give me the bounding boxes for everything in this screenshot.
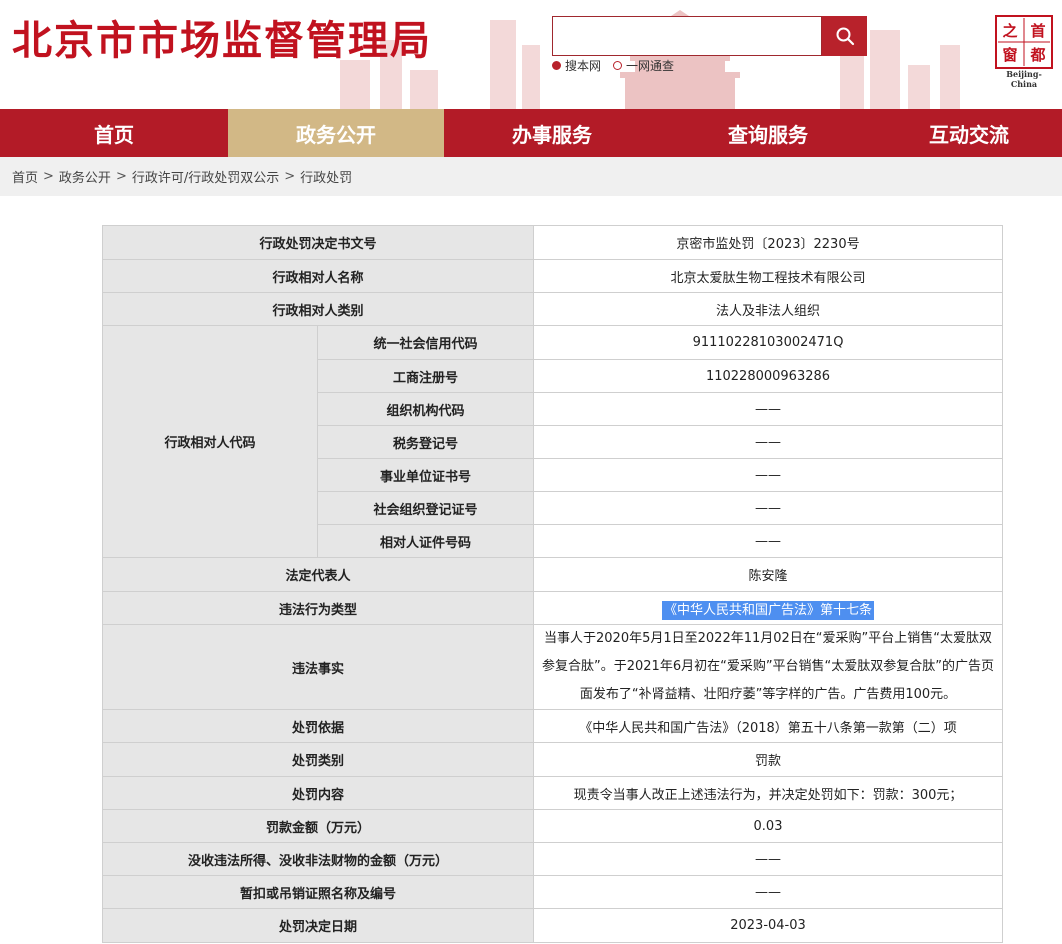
legal-rep-value: 陈安隆 (533, 557, 1004, 592)
search-box (552, 16, 822, 56)
violation-facts-value: 当事人于2020年5月1日至2022年11月02日在“爱采购”平台上销售“太爱肽… (533, 624, 1004, 710)
violation-facts-line: 面发布了“补肾益精、壮阳疗萎”等字样的广告。广告费用100元。 (579, 687, 957, 702)
site-header: 北京市市场监督管理局 搜本网 一网通查 之 首 窗 都 Beijing-Chin… (0, 0, 1062, 109)
category-label: 处罚类别 (101, 742, 535, 777)
institution-cert-label: 事业单位证书号 (316, 458, 535, 492)
id-no-value: —— (533, 524, 1004, 558)
breadcrumb-penalty[interactable]: 行政处罚 (300, 167, 352, 186)
breadcrumb-gov-affairs[interactable]: 政务公开 (59, 167, 111, 186)
breadcrumb-dual-disclosure[interactable]: 行政许可/行政处罚双公示 (132, 167, 279, 186)
search-scope-all-label: 一网通查 (626, 59, 675, 73)
party-type-value: 法人及非法人组织 (533, 292, 1004, 326)
license-label: 暂扣或吊销证照名称及编号 (101, 875, 535, 909)
table-row: 行政处罚决定书文号 京密市监处罚〔2023〕2230号 (101, 225, 1004, 260)
breadcrumb-separator: > (115, 169, 127, 184)
table-row: 处罚依据 《中华人民共和国广告法》（2018）第五十八条第一款第（二）项 (101, 709, 1004, 743)
search-scope-all[interactable]: 一网通查 (613, 57, 674, 74)
breadcrumb-separator: > (43, 169, 54, 184)
search-button[interactable] (822, 16, 867, 56)
id-no-label: 相对人证件号码 (316, 524, 535, 558)
fine-value: 0.03 (533, 809, 1004, 843)
tax-reg-no-label: 税务登记号 (316, 425, 535, 459)
doc-no-value: 京密市监处罚〔2023〕2230号 (533, 225, 1004, 260)
radio-selected-icon (552, 61, 561, 70)
org-code-value: —— (533, 392, 1004, 426)
search-scope-site[interactable]: 搜本网 (552, 57, 601, 74)
party-code-label: 行政相对人代码 (102, 325, 318, 558)
tax-reg-no-value: —— (533, 425, 1004, 459)
table-row: 行政相对人类别 法人及非法人组织 (101, 292, 1004, 326)
doc-no-label: 行政处罚决定书文号 (101, 225, 535, 260)
party-type-label: 行政相对人类别 (101, 292, 535, 326)
table-row: 处罚内容 现责令当事人改正上述违法行为，并决定处罚如下：罚款：300元； (101, 776, 1004, 810)
table-row: 行政相对人代码 统一社会信用代码 91110228103002471Q (102, 325, 1004, 558)
decision-date-label: 处罚决定日期 (101, 908, 535, 943)
search-input[interactable] (553, 17, 821, 55)
decision-date-value: 2023-04-03 (533, 908, 1004, 943)
content-value: 现责令当事人改正上述违法行为，并决定处罚如下：罚款：300元； (533, 776, 1004, 810)
search-icon (836, 27, 854, 46)
table-row: 行政相对人名称 北京太爱肽生物工程技术有限公司 (101, 259, 1004, 293)
credit-code-value: 91110228103002471Q (533, 325, 1004, 360)
credit-code-label: 统一社会信用代码 (316, 325, 535, 360)
fine-label: 罚款金额（万元） (101, 809, 535, 843)
business-reg-no-label: 工商注册号 (316, 359, 535, 393)
table-row: 处罚类别 罚款 (101, 742, 1004, 777)
license-value: —— (533, 875, 1004, 909)
nav-interaction[interactable]: 互动交流 (876, 109, 1062, 157)
table-row: 法定代表人 陈安隆 (101, 557, 1004, 592)
violation-type-cell: 《中华人民共和国广告法》第十七条 (533, 591, 1004, 625)
table-row: 罚款金额（万元） 0.03 (101, 809, 1004, 843)
radio-unselected-icon (613, 61, 623, 70)
breadcrumb: 首页 > 政务公开 > 行政许可/行政处罚双公示 > 行政处罚 (0, 157, 1062, 196)
social-org-cert-label: 社会组织登记证号 (316, 491, 535, 525)
category-value: 罚款 (533, 742, 1004, 777)
penalty-record-table: 行政处罚决定书文号 京密市监处罚〔2023〕2230号 行政相对人名称 北京太爱… (101, 225, 1004, 943)
search-scope-site-label: 搜本网 (565, 59, 602, 73)
violation-type-label: 违法行为类型 (101, 591, 535, 625)
nav-government-affairs[interactable]: 政务公开 (228, 109, 444, 157)
svg-text:窗: 窗 (1002, 46, 1017, 64)
content-label: 处罚内容 (101, 776, 535, 810)
logo-caption: Beijing-China (1006, 69, 1042, 89)
search-scope-options: 搜本网 一网通查 (552, 57, 674, 74)
confiscation-label: 没收违法所得、没收非法财物的金额（万元） (101, 842, 535, 876)
nav-home[interactable]: 首页 (0, 109, 228, 157)
org-code-label: 组织机构代码 (316, 392, 535, 426)
site-title: 北京市市场监督管理局 (12, 18, 432, 64)
social-org-cert-value: —— (533, 491, 1004, 525)
legal-rep-label: 法定代表人 (101, 557, 535, 592)
violation-facts-label: 违法事实 (101, 624, 535, 710)
violation-facts-line: 当事人于2020年5月1日至2022年11月02日在“爱采购”平台上销售“太爱肽… (544, 631, 993, 646)
table-row: 没收违法所得、没收非法财物的金额（万元） —— (101, 842, 1004, 876)
business-reg-no-value: 110228000963286 (533, 359, 1004, 393)
breadcrumb-home[interactable]: 首页 (12, 167, 38, 186)
violation-facts-line: 参复合肽”。于2021年6月初在“爱采购”平台销售“太爱肽双参复合肽”的广告页 (542, 659, 995, 674)
table-row: 违法行为类型 《中华人民共和国广告法》第十七条 (101, 591, 1004, 625)
svg-text:之: 之 (1002, 22, 1017, 40)
table-row: 暂扣或吊销证照名称及编号 —— (101, 875, 1004, 909)
nav-query[interactable]: 查询服务 (660, 109, 876, 157)
basis-value: 《中华人民共和国广告法》（2018）第五十八条第一款第（二）项 (533, 709, 1004, 743)
confiscation-value: —— (533, 842, 1004, 876)
basis-label: 处罚依据 (101, 709, 535, 743)
violation-type-value: 《中华人民共和国广告法》第十七条 (662, 600, 875, 620)
main-nav: 首页 政务公开 办事服务 查询服务 互动交流 (0, 109, 1062, 157)
svg-text:首: 首 (1030, 22, 1045, 40)
table-row: 违法事实 当事人于2020年5月1日至2022年11月02日在“爱采购”平台上销… (101, 624, 1004, 710)
breadcrumb-separator: > (284, 169, 296, 184)
party-name-value: 北京太爱肽生物工程技术有限公司 (533, 259, 1004, 293)
svg-text:都: 都 (1029, 46, 1045, 64)
nav-services[interactable]: 办事服务 (444, 109, 660, 157)
table-row: 处罚决定日期 2023-04-03 (101, 908, 1004, 943)
party-name-label: 行政相对人名称 (101, 259, 535, 293)
institution-cert-value: —— (533, 458, 1004, 492)
